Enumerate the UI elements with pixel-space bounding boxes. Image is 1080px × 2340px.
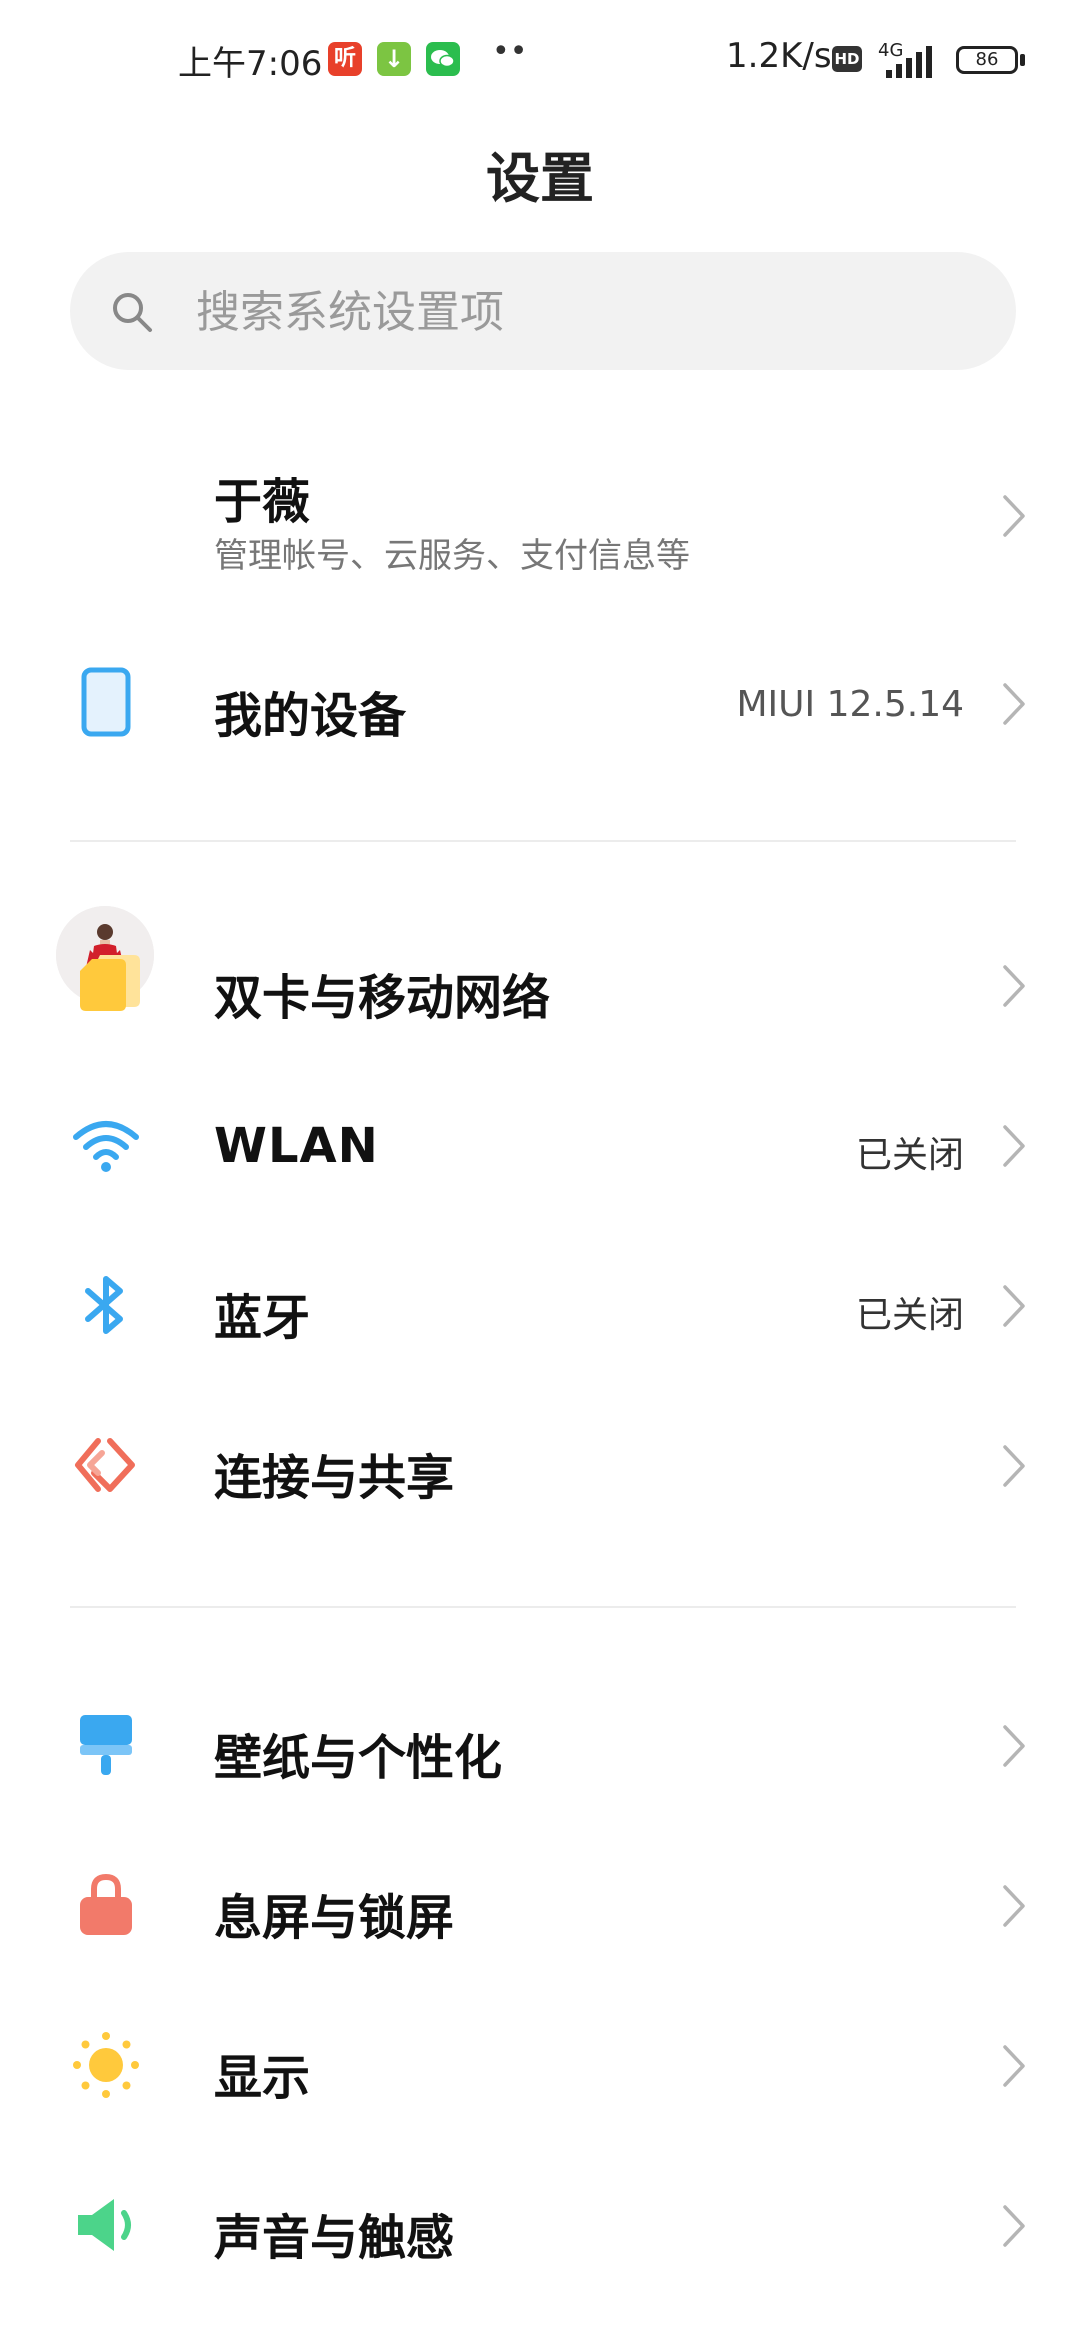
signal-icon [886, 46, 932, 78]
lock-screen-label: 息屏与锁屏 [214, 1890, 455, 1946]
download-app-label: ↓ [383, 45, 405, 73]
settings-item-wlan[interactable]: WLAN 已关闭 [0, 1090, 1080, 1200]
search-input[interactable] [194, 252, 958, 372]
chevron-right-icon [1003, 1725, 1025, 1767]
account-subtitle: 管理帐号、云服务、支付信息等 [214, 536, 690, 576]
wechat-app-icon [426, 42, 460, 76]
status-time: 上午7:06 [178, 44, 323, 84]
bluetooth-icon [85, 1276, 123, 1334]
search-icon [113, 293, 152, 332]
battery-tip [1020, 54, 1025, 66]
bluetooth-status: 已关闭 [855, 1295, 964, 1336]
listen-app-label: 听 [333, 46, 356, 71]
sound-label: 声音与触感 [214, 2210, 455, 2266]
chevron-right-icon [1003, 495, 1025, 537]
page-title: 设置 [486, 147, 594, 210]
my-device-label: 我的设备 [214, 688, 407, 744]
share-icon [75, 1438, 135, 1492]
battery-level: 86 [975, 49, 999, 70]
section-divider [70, 1606, 1016, 1608]
network-speed: 1.2K/s [726, 36, 832, 76]
chevron-right-icon [1003, 1285, 1025, 1327]
lock-icon [80, 1873, 132, 1935]
wallpaper-label: 壁纸与个性化 [214, 1730, 503, 1786]
download-app-icon: ↓ [377, 42, 411, 76]
chevron-right-icon [1003, 2205, 1025, 2247]
battery-icon: 86 [956, 46, 1018, 74]
hd-badge: HD [832, 46, 862, 72]
wlan-status: 已关闭 [855, 1135, 964, 1176]
brush-icon [80, 1715, 132, 1775]
listen-app-icon: 听 [328, 42, 362, 76]
dual-sim-label: 双卡与移动网络 [214, 970, 551, 1026]
settings-item-dual-sim[interactable]: 双卡与移动网络 [0, 930, 1080, 1040]
chevron-right-icon [1003, 1445, 1025, 1487]
display-label: 显示 [214, 2050, 311, 2106]
speaker-icon [78, 2199, 131, 2251]
status-bar: 上午7:06 听 ↓ •• 1.2K/s HD 4G 86 [0, 0, 1080, 124]
account-row[interactable]: 于薇 管理帐号、云服务、支付信息等 [0, 440, 1080, 1004]
my-device-version: MIUI 12.5.14 [736, 684, 965, 725]
wifi-icon [73, 1121, 139, 1172]
chevron-right-icon [1003, 683, 1025, 725]
wlan-label: WLAN [214, 1118, 379, 1174]
bluetooth-label: 蓝牙 [214, 1290, 311, 1346]
settings-item-lock-screen[interactable]: 息屏与锁屏 [0, 1850, 1080, 1960]
search-bar[interactable] [70, 252, 1016, 372]
chevron-right-icon [1003, 1125, 1025, 1167]
sun-icon [73, 2032, 139, 2098]
wechat-bubble-icon [431, 50, 455, 68]
settings-item-wallpaper[interactable]: 壁纸与个性化 [0, 1690, 1080, 1800]
settings-item-display[interactable]: 显示 [0, 2010, 1080, 2120]
chevron-right-icon [1003, 2045, 1025, 2087]
more-notifications-dots: •• [492, 34, 528, 69]
section-divider [70, 840, 1016, 842]
phone-device-icon [81, 667, 131, 737]
sim-card-icon [80, 955, 140, 1011]
my-device-row[interactable]: 我的设备 MIUI 12.5.14 [0, 650, 1080, 760]
connection-sharing-label: 连接与共享 [214, 1450, 455, 1506]
settings-item-connection-sharing[interactable]: 连接与共享 [0, 1410, 1080, 1520]
settings-item-bluetooth[interactable]: 蓝牙 已关闭 [0, 1250, 1080, 1360]
chevron-right-icon [1003, 965, 1025, 1007]
chevron-right-icon [1003, 1885, 1025, 1927]
settings-item-sound[interactable]: 声音与触感 [0, 2170, 1080, 2280]
account-name: 于薇 [214, 474, 311, 530]
